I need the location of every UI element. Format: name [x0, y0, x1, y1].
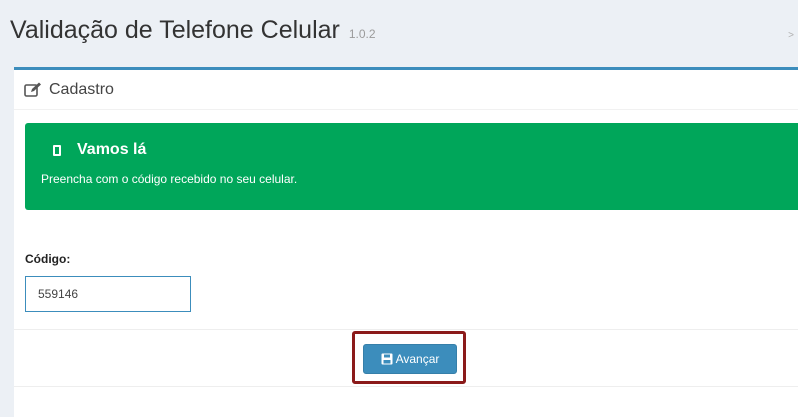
code-label: Código:	[25, 252, 71, 266]
page-title: Validação de Telefone Celular	[10, 15, 340, 44]
box-footer: Avançar	[14, 329, 798, 387]
breadcrumb-arrow[interactable]: >	[788, 30, 794, 41]
avancar-button[interactable]: Avançar	[363, 344, 457, 374]
callout-title: Vamos lá	[77, 141, 147, 158]
callout-text: Preencha com o código recebido no seu ce…	[41, 172, 298, 186]
edit-icon	[24, 82, 42, 98]
callout-head: Vamos lá	[41, 141, 791, 159]
box-title: Cadastro	[49, 80, 114, 98]
box-header: Cadastro	[14, 70, 798, 110]
page-header: Validação de Telefone Celular 1.0.2 >	[0, 0, 798, 60]
mobile-phone-icon	[53, 144, 61, 156]
code-input[interactable]	[25, 276, 191, 312]
button-highlight-frame: Avançar	[352, 331, 466, 384]
version-label: 1.0.2	[348, 27, 376, 41]
cadastro-box: Cadastro Vamos lá Preencha com o código …	[14, 67, 798, 417]
success-callout: Vamos lá Preencha com o código recebido …	[25, 123, 798, 210]
avancar-label: Avançar	[395, 352, 440, 366]
save-icon	[381, 353, 393, 365]
